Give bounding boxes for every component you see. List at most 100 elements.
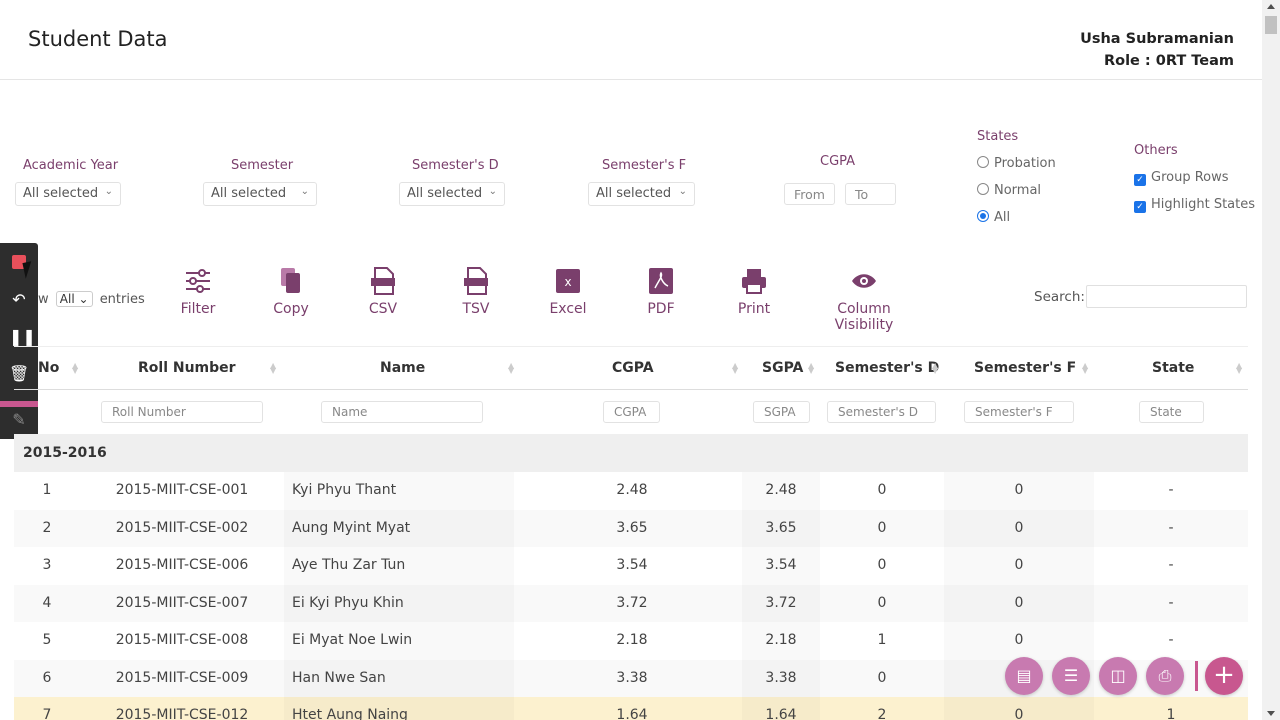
document-button[interactable]: ☰ xyxy=(1052,657,1090,695)
cell-name: Han Nwe San xyxy=(292,669,386,686)
cell-semester-d: 0 xyxy=(877,557,887,573)
copy-button[interactable]: Copy xyxy=(245,266,337,317)
cell-roll-number: 2015-MIIT-CSE-009 xyxy=(115,669,249,686)
csv-button[interactable]: CSV xyxy=(337,266,429,317)
cgpa-to-input[interactable]: To xyxy=(845,183,896,205)
cgpa-label: CGPA xyxy=(820,154,856,169)
sort-icon: ▲ ▼ xyxy=(808,361,815,375)
filter-cgpa-input[interactable]: CGPA xyxy=(603,401,660,423)
radio-probation-label: Probation xyxy=(994,156,1056,171)
page-header: Student Data Usha Subramanian Role : 0RT… xyxy=(0,0,1262,80)
radio-all[interactable]: All xyxy=(977,210,1010,225)
cell-cgpa: 2.48 xyxy=(616,482,648,498)
tsv-button[interactable]: TSV xyxy=(430,266,522,317)
pdf-button[interactable]: PDF xyxy=(615,266,707,317)
add-button[interactable]: + xyxy=(1205,657,1243,695)
cell-semester-d: 1 xyxy=(877,632,887,648)
cell-sgpa: 3.54 xyxy=(765,557,797,573)
entries-select[interactable]: All ⌄ xyxy=(55,291,93,307)
tsv-label: TSV xyxy=(462,301,490,317)
scroll-up-arrow-icon[interactable] xyxy=(1267,4,1275,9)
filter-semester-f-input[interactable]: Semester's F xyxy=(964,401,1074,423)
table-row[interactable]: 7 2015-MIIT-CSE-012 Htet Aung Naing 1.64 1.6… xyxy=(14,697,1248,720)
table-row[interactable]: 3 2015-MIIT-CSE-006 Aye Thu Zar Tun 3.54 3.5… xyxy=(14,547,1248,585)
search-input[interactable] xyxy=(1086,285,1247,308)
col-header-semester-d[interactable]: Semester's D xyxy=(835,360,939,376)
entries-select-value: All xyxy=(59,292,75,306)
page-scrollbar[interactable] xyxy=(1262,0,1280,720)
cell-semester-d: 2 xyxy=(877,707,887,720)
cgpa-from-input[interactable]: From xyxy=(784,183,835,205)
col-header-name[interactable]: Name xyxy=(380,360,425,376)
others-label: Others xyxy=(1134,143,1178,158)
cell-semester-f: 0 xyxy=(1014,594,1024,611)
academic-year-select[interactable]: All selected ⌄ xyxy=(15,182,121,206)
semester-d-select[interactable]: All selected ⌄ xyxy=(399,182,505,206)
cell-sgpa: 3.72 xyxy=(765,594,797,611)
clipboard-button[interactable]: ◫ xyxy=(1099,657,1137,695)
cell-name: Ei Myat Noe Lwin xyxy=(292,632,413,648)
chevron-down-icon: ⌄ xyxy=(678,186,687,197)
cell-cgpa: 3.38 xyxy=(616,669,648,686)
chevron-down-icon: ⌄ xyxy=(104,186,113,197)
cell-no: 3 xyxy=(42,557,52,573)
group-rows-label: Group Rows xyxy=(1151,170,1229,185)
cell-name: Htet Aung Naing xyxy=(292,707,408,720)
cell-roll-number: 2015-MIIT-CSE-001 xyxy=(115,482,249,498)
cell-state: - xyxy=(1168,482,1174,498)
undo-button[interactable]: ↶ xyxy=(9,290,29,310)
table-row[interactable]: 5 2015-MIIT-CSE-008 Ei Myat Noe Lwin 2.18 2.… xyxy=(14,622,1248,660)
semester-f-select[interactable]: All selected ⌄ xyxy=(588,182,695,206)
id-card-button[interactable]: ▤ xyxy=(1005,657,1043,695)
cell-state: 1 xyxy=(1166,707,1176,720)
filter-roll-number-input[interactable]: Roll Number xyxy=(101,401,263,423)
col-header-state[interactable]: State xyxy=(1152,360,1194,376)
copy-label: Copy xyxy=(273,301,309,317)
column-visibility-label: Column Visibility xyxy=(834,301,894,333)
filter-semester-d-input[interactable]: Semester's D xyxy=(827,401,936,423)
col-header-cgpa[interactable]: CGPA xyxy=(612,360,654,376)
academic-year-value: All selected xyxy=(23,186,99,201)
states-label: States xyxy=(977,129,1019,144)
col-header-semester-f[interactable]: Semester's F xyxy=(974,360,1076,376)
print-button[interactable]: Print xyxy=(708,266,800,317)
radio-normal[interactable]: Normal xyxy=(977,183,1041,198)
pause-button[interactable]: ❚❚ xyxy=(9,327,36,347)
radio-all-label: All xyxy=(994,210,1011,225)
radio-icon xyxy=(977,156,989,168)
scroll-down-arrow-icon[interactable] xyxy=(1267,711,1275,716)
excel-button[interactable]: x Excel xyxy=(522,266,614,317)
radio-selected-icon xyxy=(977,210,989,222)
table-row[interactable]: 2 2015-MIIT-CSE-002 Aung Myint Myat 3.65 3.6… xyxy=(14,509,1248,547)
table-row[interactable]: 4 2015-MIIT-CSE-007 Ei Kyi Phyu Khin 3.72 3.… xyxy=(14,584,1248,622)
semester-d-value: All selected xyxy=(407,186,483,201)
semester-select[interactable]: All selected ⌄ xyxy=(203,182,317,206)
filter-state-input[interactable]: State xyxy=(1139,401,1204,423)
scroll-thumb[interactable] xyxy=(1265,16,1277,34)
draw-button[interactable]: ✎ xyxy=(9,410,29,430)
cell-semester-d: 0 xyxy=(877,482,887,498)
group-rows-checkbox[interactable]: ✓ Group Rows xyxy=(1134,170,1229,186)
cell-cgpa: 2.18 xyxy=(616,632,648,648)
cell-name: Aung Myint Myat xyxy=(292,519,411,536)
highlight-states-checkbox[interactable]: ✓ Highlight States xyxy=(1134,197,1255,213)
table-row[interactable]: 1 2015-MIIT-CSE-001 Kyi Phyu Thant 2.48 2.48… xyxy=(14,472,1248,510)
excel-icon: x xyxy=(556,269,580,293)
group-row-header: 2015-2016 xyxy=(14,434,1248,472)
semester-f-value: All selected xyxy=(596,186,672,201)
filter-name-input[interactable]: Name xyxy=(321,401,483,423)
radio-probation[interactable]: Probation xyxy=(977,156,1056,171)
fab-print-button[interactable]: ⎙ xyxy=(1146,657,1184,695)
cell-state: - xyxy=(1168,632,1174,648)
col-header-no[interactable]: No xyxy=(38,360,59,376)
semester-f-label: Semester's F xyxy=(602,158,687,173)
col-header-sgpa[interactable]: SGPA xyxy=(762,360,803,376)
cell-sgpa: 3.38 xyxy=(765,669,797,686)
col-header-roll-number[interactable]: Roll Number xyxy=(138,360,236,376)
cell-roll-number: 2015-MIIT-CSE-002 xyxy=(115,519,249,536)
column-visibility-button[interactable]: Column Visibility xyxy=(808,266,920,333)
cell-semester-d: 0 xyxy=(877,519,887,536)
cell-sgpa: 3.65 xyxy=(765,519,797,536)
filter-button[interactable]: Filter xyxy=(152,266,244,317)
filter-sgpa-input[interactable]: SGPA xyxy=(753,401,810,423)
